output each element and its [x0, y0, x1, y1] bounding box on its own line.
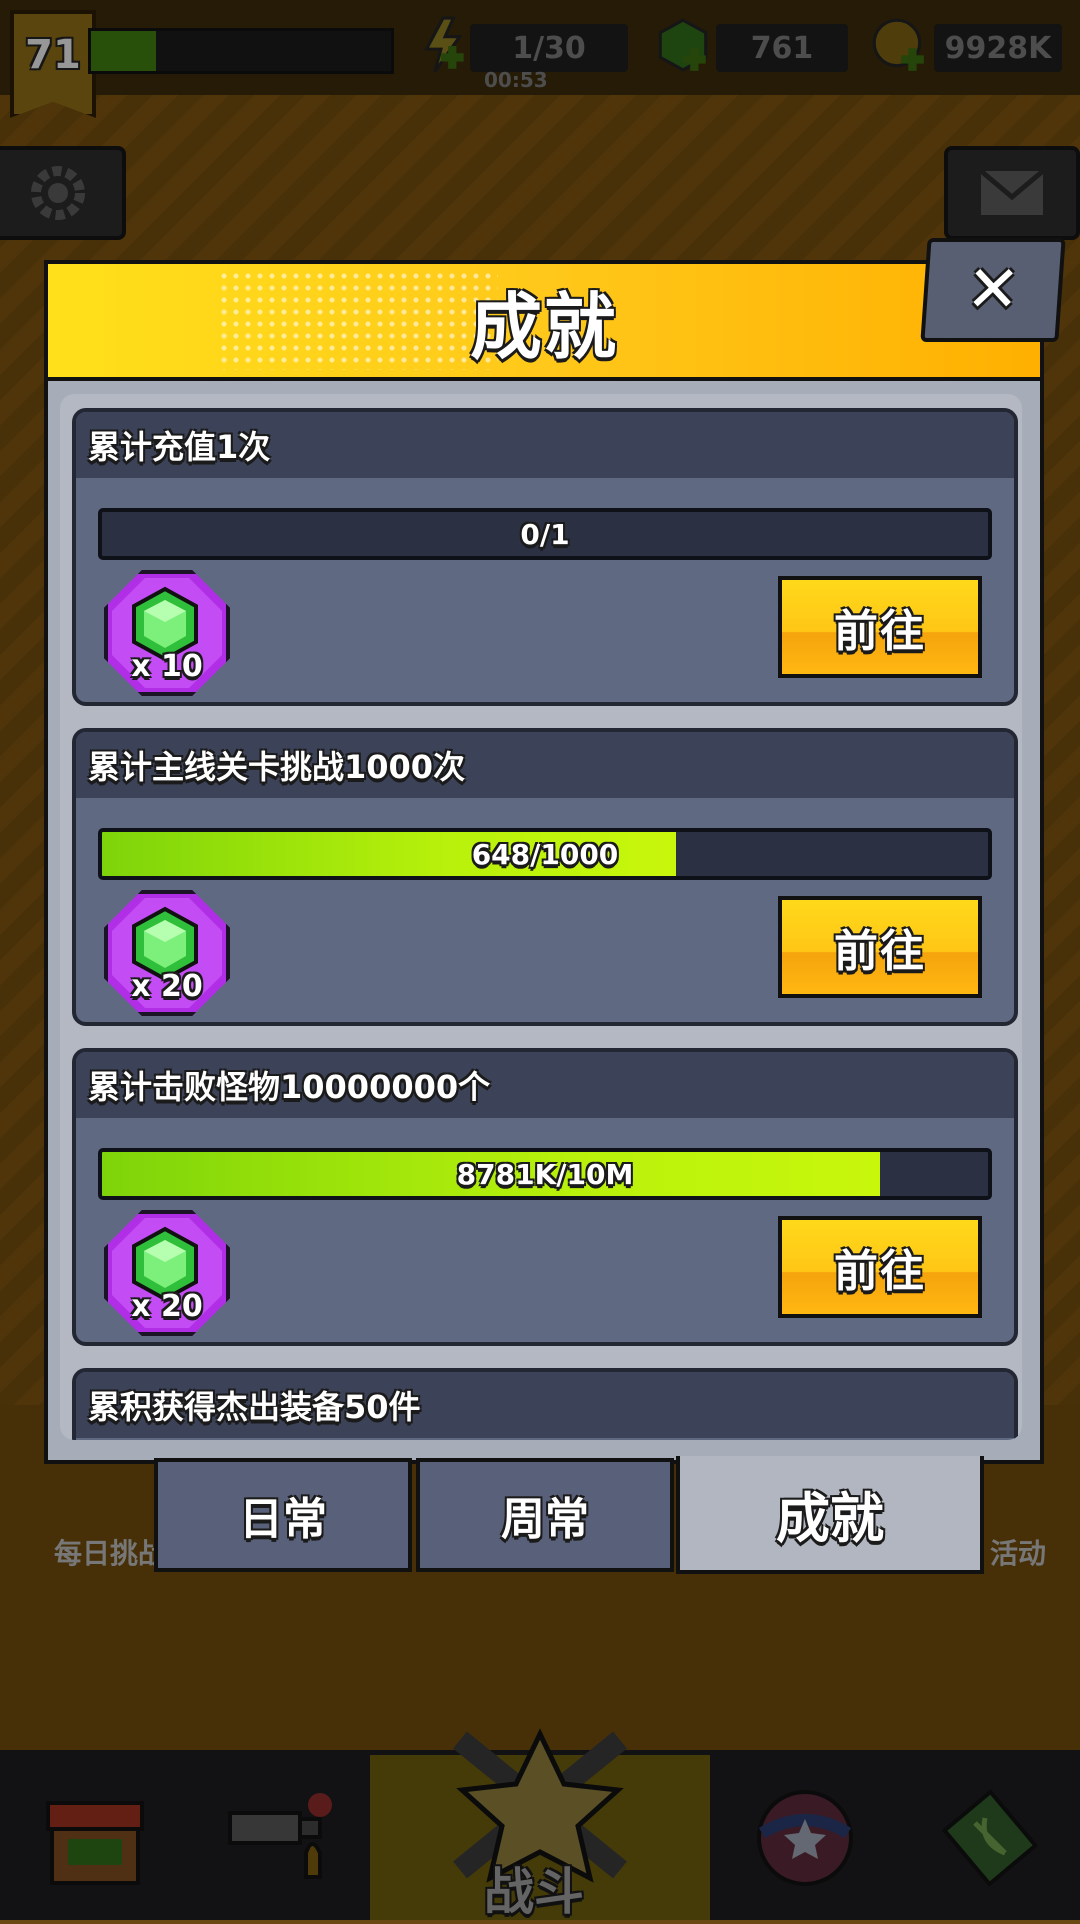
reward-item[interactable]: x 10	[104, 570, 230, 696]
achievement-title: 累计主线关卡挑战1000次	[88, 748, 466, 786]
achievement-title: 累积获得杰出装备50件	[88, 1388, 421, 1426]
progress-text: 0/1	[520, 517, 570, 551]
card-header: 累积获得杰出装备50件	[76, 1372, 1014, 1438]
reward-quantity: x 20	[131, 1289, 203, 1324]
tab-achievements-label: 成就	[776, 1486, 884, 1550]
reward-quantity: x 20	[131, 969, 203, 1004]
progress-bar: 8781K/10M	[98, 1148, 992, 1200]
go-button[interactable]: 前往	[778, 576, 982, 678]
reward-item[interactable]: x 20	[104, 1210, 230, 1336]
progress-text: 648/1000	[471, 837, 619, 871]
reward-quantity: x 10	[131, 649, 203, 684]
go-button-label: 前往	[834, 606, 926, 657]
achievement-card: 累积获得杰出装备50件	[72, 1368, 1018, 1440]
go-button[interactable]: 前往	[778, 1216, 982, 1318]
go-button-label: 前往	[834, 1246, 926, 1297]
achievement-modal: 成就 累计充值1次 0/1 x 10 前往 累计主线关卡挑战1000次 648/…	[44, 260, 1044, 1464]
card-header: 累计击败怪物10000000个	[76, 1052, 1014, 1118]
achievement-list[interactable]: 累计充值1次 0/1 x 10 前往 累计主线关卡挑战1000次 648/100…	[60, 394, 1022, 1440]
modal-header: 成就	[48, 264, 1040, 381]
tab-achievements[interactable]: 成就	[676, 1456, 984, 1574]
progress-text: 8781K/10M	[456, 1157, 634, 1191]
progress-bar: 648/1000	[98, 828, 992, 880]
tab-weekly-label: 周常	[501, 1494, 589, 1545]
achievement-card: 累计击败怪物10000000个 8781K/10M x 20 前往	[72, 1048, 1018, 1346]
close-icon: ✕	[963, 253, 1023, 327]
reward-item[interactable]: x 20	[104, 890, 230, 1016]
close-button[interactable]: ✕	[920, 238, 1066, 342]
tab-weekly[interactable]: 周常	[416, 1458, 674, 1572]
tab-daily[interactable]: 日常	[154, 1458, 412, 1572]
go-button-label: 前往	[834, 926, 926, 977]
tab-daily-label: 日常	[239, 1494, 327, 1545]
modal-title: 成就	[469, 285, 618, 369]
achievement-card: 累计主线关卡挑战1000次 648/1000 x 20 前往	[72, 728, 1018, 1026]
card-header: 累计主线关卡挑战1000次	[76, 732, 1014, 798]
achievement-card: 累计充值1次 0/1 x 10 前往	[72, 408, 1018, 706]
achievement-title: 累计充值1次	[88, 428, 271, 466]
go-button[interactable]: 前往	[778, 896, 982, 998]
card-header: 累计充值1次	[76, 412, 1014, 478]
achievement-title: 累计击败怪物10000000个	[88, 1068, 491, 1106]
progress-bar: 0/1	[98, 508, 992, 560]
header-dot-pattern	[218, 270, 498, 370]
